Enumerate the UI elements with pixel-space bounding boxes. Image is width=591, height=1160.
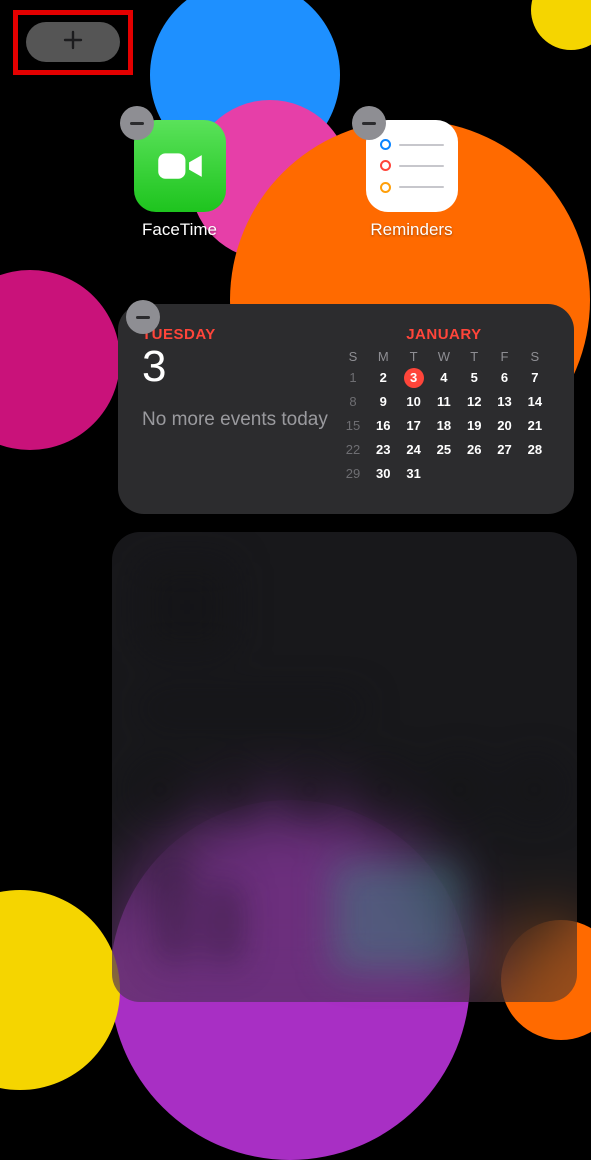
calendar-day-cell: 10: [398, 392, 428, 412]
calendar-day-cell: 12: [459, 392, 489, 412]
calendar-dow: F: [489, 349, 519, 364]
calendar-day-cell: [459, 464, 489, 484]
calendar-day-cell: 25: [429, 440, 459, 460]
calendar-day-cell: 14: [520, 392, 550, 412]
calendar-day-cell: 15: [338, 416, 368, 436]
blurred-content: [112, 532, 577, 1002]
calendar-day-cell: 2: [368, 368, 398, 388]
calendar-summary: TUESDAY 3 No more events today: [142, 326, 338, 492]
calendar-day-cell: 29: [338, 464, 368, 484]
reminder-dot: [380, 160, 391, 171]
calendar-day-cell: 30: [368, 464, 398, 484]
calendar-day-cell: 11: [429, 392, 459, 412]
calendar-month-label: JANUARY: [338, 326, 550, 343]
calendar-day-cell: 5: [459, 368, 489, 388]
calendar-day-cell: 24: [398, 440, 428, 460]
calendar-dow: W: [429, 349, 459, 364]
remove-widget-badge[interactable]: [126, 300, 160, 334]
reminder-dot: [380, 182, 391, 193]
calendar-grid: SMTWTFS123456789101112131415161718192021…: [338, 349, 550, 484]
app-label: Reminders: [370, 220, 452, 240]
calendar-dow: S: [338, 349, 368, 364]
reminder-line: [399, 186, 444, 188]
bokeh-dot: [0, 270, 120, 450]
calendar-dow: T: [398, 349, 428, 364]
calendar-day-cell: 16: [368, 416, 398, 436]
bokeh-dot: [0, 890, 120, 1090]
calendar-day-cell: 6: [489, 368, 519, 388]
app-label: FaceTime: [142, 220, 217, 240]
calendar-day-cell: 27: [489, 440, 519, 460]
calendar-day-cell: 31: [398, 464, 428, 484]
remove-app-badge[interactable]: [352, 106, 386, 140]
annotation-highlight: [13, 10, 133, 75]
calendar-dow: M: [368, 349, 398, 364]
remove-app-badge[interactable]: [120, 106, 154, 140]
calendar-day-cell: 19: [459, 416, 489, 436]
app-facetime[interactable]: FaceTime: [134, 120, 226, 240]
calendar-day-cell: 21: [520, 416, 550, 436]
calendar-day-cell: 18: [429, 416, 459, 436]
calendar-day-cell: 22: [338, 440, 368, 460]
calendar-widget[interactable]: TUESDAY 3 No more events today JANUARY S…: [118, 304, 574, 514]
calendar-events-text: No more events today: [142, 407, 338, 433]
calendar-day-cell: 23: [368, 440, 398, 460]
calendar-dow: S: [520, 349, 550, 364]
blurred-widget[interactable]: [112, 532, 577, 1002]
calendar-day-cell: 13: [489, 392, 519, 412]
app-reminders[interactable]: Reminders: [366, 120, 458, 240]
calendar-day-cell: 8: [338, 392, 368, 412]
bokeh-dot: [531, 0, 591, 50]
calendar-day-cell: 17: [398, 416, 428, 436]
reminder-line: [399, 165, 444, 167]
reminder-line: [399, 144, 444, 146]
calendar-day-cell: 20: [489, 416, 519, 436]
calendar-day-cell: [489, 464, 519, 484]
calendar-day-number: 3: [142, 345, 338, 389]
reminder-dot: [380, 139, 391, 150]
calendar-day-cell: 1: [338, 368, 368, 388]
calendar-day-cell: 28: [520, 440, 550, 460]
calendar-day-cell: [520, 464, 550, 484]
calendar-day-cell: 7: [520, 368, 550, 388]
calendar-day-cell: 4: [429, 368, 459, 388]
calendar-month-view: JANUARY SMTWTFS1234567891011121314151617…: [338, 326, 550, 492]
app-row: FaceTime Reminders: [0, 120, 591, 240]
calendar-day-cell: [429, 464, 459, 484]
calendar-day-cell: 9: [368, 392, 398, 412]
calendar-day-name: TUESDAY: [142, 326, 338, 343]
calendar-day-cell: 3: [398, 368, 428, 388]
calendar-dow: T: [459, 349, 489, 364]
calendar-day-cell: 26: [459, 440, 489, 460]
